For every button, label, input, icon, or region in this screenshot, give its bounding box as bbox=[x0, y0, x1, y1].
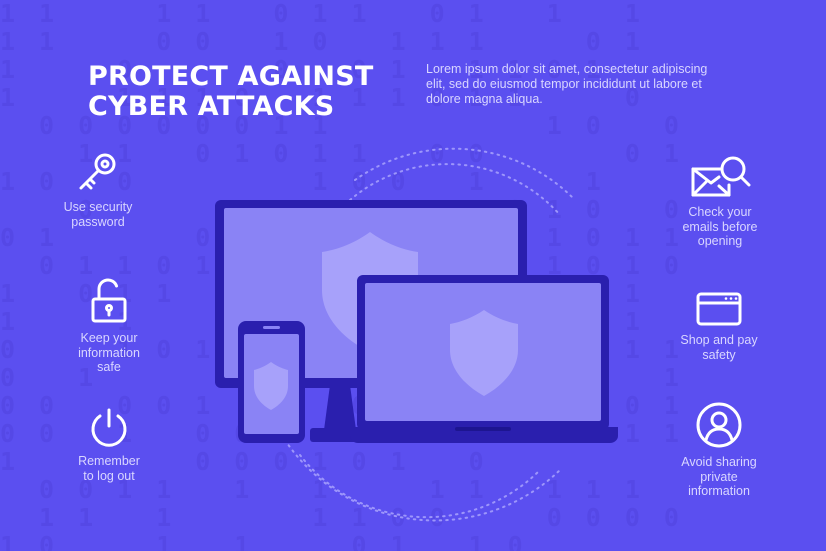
smartphone bbox=[238, 321, 305, 443]
laptop bbox=[350, 275, 618, 443]
devices-illustration bbox=[215, 147, 618, 522]
